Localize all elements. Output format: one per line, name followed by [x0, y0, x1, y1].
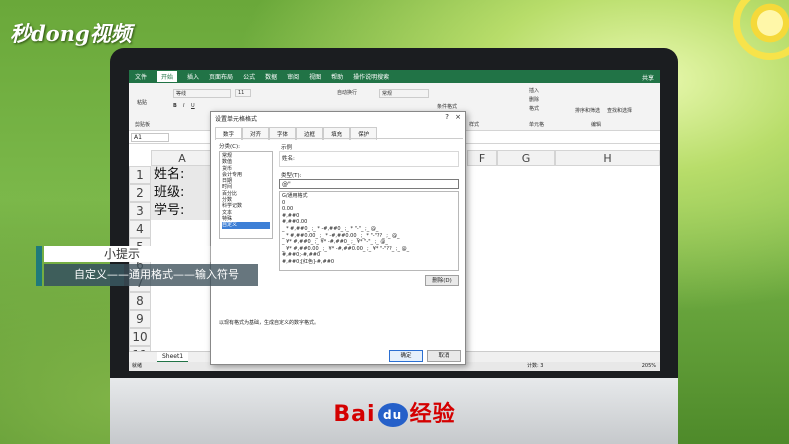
category-label: 分类(C):: [219, 144, 240, 150]
menu-bar: 文件 开始 插入 页面布局 公式 数据 审阅 视图 帮助 操作说明搜索: [129, 70, 660, 83]
zoom-level[interactable]: 205%: [642, 362, 656, 371]
font-select[interactable]: 等线: [173, 89, 231, 98]
bold-button[interactable]: B: [173, 103, 177, 109]
list-item[interactable]: _ * #,##0_ ;_ * -#,##0_ ;_ * "-"_ ;_ @_: [282, 226, 456, 233]
category-list[interactable]: 常规 数值 货币 会计专用 日期 时间 百分比 分数 科学记数 文本 特殊 自定…: [219, 151, 273, 239]
list-item[interactable]: _ ¥* #,##0.00_ ;_ ¥* -#,##0.00_ ;_ ¥* "-…: [282, 246, 456, 253]
cells-group-label: 单元格: [529, 122, 545, 128]
format-note: 以现有格式为基础，生成自定义的数字格式。: [219, 320, 320, 326]
list-item[interactable]: 0: [282, 200, 456, 207]
paste-button[interactable]: 粘贴: [137, 99, 147, 106]
tell-me-search[interactable]: 操作说明搜索: [353, 72, 389, 81]
ok-button[interactable]: 确定: [389, 350, 423, 362]
cell-a1[interactable]: 姓名:: [151, 166, 213, 184]
underline-button[interactable]: U: [191, 103, 195, 109]
status-text: 就绪: [132, 363, 143, 369]
menu-file[interactable]: 文件: [135, 72, 147, 81]
cell-a2[interactable]: 班级:: [151, 184, 213, 202]
type-input[interactable]: @": [279, 179, 459, 189]
share-button[interactable]: 共享: [642, 73, 654, 82]
editing-group-label: 编辑: [591, 122, 602, 128]
delete-button[interactable]: 删除(D): [425, 275, 459, 286]
number-panel: 分类(C): 常规 数值 货币 会计专用 日期 时间 百分比 分数 科学记数 文…: [215, 138, 463, 338]
row-header[interactable]: 2: [129, 184, 151, 202]
list-item[interactable]: #,##0: [282, 213, 456, 220]
menu-data[interactable]: 数据: [265, 72, 277, 81]
count-readout: 计数: 3: [527, 363, 544, 369]
tip-accent-bar: [36, 246, 42, 286]
close-icon[interactable]: ×: [455, 113, 461, 121]
clipboard-group-label: 剪贴板: [135, 122, 151, 128]
find-select-button[interactable]: 查找和选择: [607, 107, 632, 114]
baidu-jingyan-logo: Bai du 经验: [333, 402, 456, 427]
video-logo: 秒dong视频: [10, 21, 132, 46]
format-cells-dialog: 设置单元格格式 ? × 数字 对齐 字体 边框 填充 保护 分类(C): 常规 …: [210, 111, 466, 365]
styles-group-label: 样式: [469, 122, 480, 128]
sample-value: 姓名:: [282, 156, 295, 162]
list-item[interactable]: #,##0;[红色]-#,##0: [282, 259, 456, 266]
list-item[interactable]: _ * #,##0.00_ ;_ * -#,##0.00_ ;_ * "-"??…: [282, 233, 456, 240]
column-header-h[interactable]: H: [555, 150, 660, 166]
tip-overlay: 小提示 自定义——通用格式——输入符号: [36, 246, 258, 286]
sample-box: 姓名:: [279, 151, 459, 167]
delete-cells-button[interactable]: 删除: [529, 96, 539, 103]
row-header[interactable]: 8: [129, 292, 151, 310]
list-item[interactable]: _ ¥* #,##0_ ;_ ¥* -#,##0_ ;_ ¥* "-"_ ;_ …: [282, 239, 456, 246]
sample-label: 示例: [281, 145, 293, 151]
menu-page-layout[interactable]: 页面布局: [209, 72, 233, 81]
row-header[interactable]: 3: [129, 202, 151, 220]
list-item-selected[interactable]: 自定义: [222, 222, 270, 229]
excel-window: 文件 开始 插入 页面布局 公式 数据 审阅 视图 帮助 操作说明搜索 共享 粘…: [129, 70, 660, 371]
list-item[interactable]: #,##0.00: [282, 219, 456, 226]
menu-review[interactable]: 审阅: [287, 72, 299, 81]
dialog-title: 设置单元格格式: [215, 116, 258, 123]
sort-filter-button[interactable]: 排序和筛选: [575, 107, 600, 114]
row-header[interactable]: 4: [129, 220, 151, 238]
name-box[interactable]: A1: [131, 133, 169, 142]
wrap-text-button[interactable]: 自动换行: [337, 89, 357, 96]
row-header[interactable]: 9: [129, 310, 151, 328]
tip-body: 自定义——通用格式——输入符号: [44, 264, 258, 286]
tip-title: 小提示: [44, 246, 214, 262]
row-header[interactable]: 1: [129, 166, 151, 184]
type-label: 类型(T):: [281, 173, 302, 179]
menu-home[interactable]: 开始: [157, 71, 178, 82]
cell-a3[interactable]: 学号:: [151, 202, 213, 220]
help-icon[interactable]: ?: [445, 113, 449, 121]
paw-icon: du: [377, 403, 408, 427]
list-item[interactable]: #,##0;-#,##0: [282, 252, 456, 259]
column-header-g[interactable]: G: [497, 150, 555, 166]
menu-insert[interactable]: 插入: [187, 72, 199, 81]
menu-help[interactable]: 帮助: [331, 72, 343, 81]
cancel-button[interactable]: 取消: [427, 350, 461, 362]
format-code-list[interactable]: G/通用格式 0 0.00 #,##0 #,##0.00 _ * #,##0_ …: [279, 191, 459, 271]
conditional-format-button[interactable]: 条件格式: [437, 103, 457, 110]
font-size-select[interactable]: 11: [235, 89, 251, 97]
italic-button[interactable]: I: [183, 103, 184, 109]
menu-formulas[interactable]: 公式: [243, 72, 255, 81]
list-item[interactable]: G/通用格式: [282, 193, 456, 200]
row-header[interactable]: 10: [129, 328, 151, 346]
list-item[interactable]: 0.00: [282, 206, 456, 213]
number-format-select[interactable]: 常规: [379, 89, 429, 98]
column-header-f[interactable]: F: [467, 150, 497, 166]
insert-cells-button[interactable]: 插入: [529, 87, 539, 94]
menu-view[interactable]: 视图: [309, 72, 321, 81]
column-header-a[interactable]: A: [151, 150, 213, 166]
format-cells-button[interactable]: 格式: [529, 105, 539, 112]
